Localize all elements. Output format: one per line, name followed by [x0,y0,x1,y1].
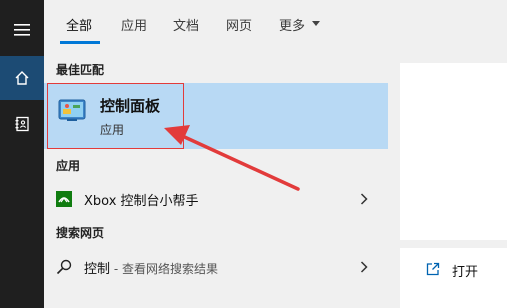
open-action[interactable]: 打开 [400,248,507,308]
preview-panel [400,63,507,240]
hamburger-menu-button[interactable] [0,8,44,52]
open-icon [426,262,440,276]
chevron-right-icon[interactable] [360,193,368,205]
app-item-label: Xbox 控制台小帮手 [84,194,199,209]
best-match-title: 控制面板 [100,97,161,115]
active-tab-indicator [60,41,100,44]
tab-apps[interactable]: 应用 [121,15,147,34]
chevron-right-icon[interactable] [360,261,368,273]
home-icon [15,71,29,85]
section-title-best-match: 最佳匹配 [56,63,105,77]
web-search-suffix: - 查看网络搜索结果 [110,262,218,276]
open-label: 打开 [452,265,479,280]
app-item-xbox[interactable]: Xbox 控制台小帮手 [44,183,388,215]
results-list: 最佳匹配 控制面板 应用 应用 Xbox 控制台小帮手 搜索网页 控制 - 查看… [44,50,388,308]
tab-all[interactable]: 全部 [66,15,92,34]
section-title-web: 搜索网页 [56,226,105,240]
filter-tabs: 全部 应用 文档 网页 更多 [44,0,507,50]
notebook-button[interactable] [0,102,44,146]
left-rail [0,0,44,308]
section-title-apps: 应用 [56,159,81,173]
web-search-item[interactable]: 控制 - 查看网络搜索结果 [44,251,388,283]
web-search-query: 控制 [84,262,111,277]
chevron-down-icon [312,21,320,26]
web-search-label: 控制 - 查看网络搜索结果 [84,258,218,277]
notebook-icon [15,116,29,132]
tab-documents[interactable]: 文档 [173,15,199,34]
tab-more[interactable]: 更多 [279,15,305,34]
search-icon [56,259,72,275]
control-panel-icon [58,99,86,121]
best-match-item[interactable]: 控制面板 应用 [44,83,388,149]
hamburger-icon [14,24,30,36]
tab-web[interactable]: 网页 [226,15,252,34]
xbox-icon [56,191,72,207]
home-button[interactable] [0,56,44,100]
best-match-subtitle: 应用 [100,123,125,137]
